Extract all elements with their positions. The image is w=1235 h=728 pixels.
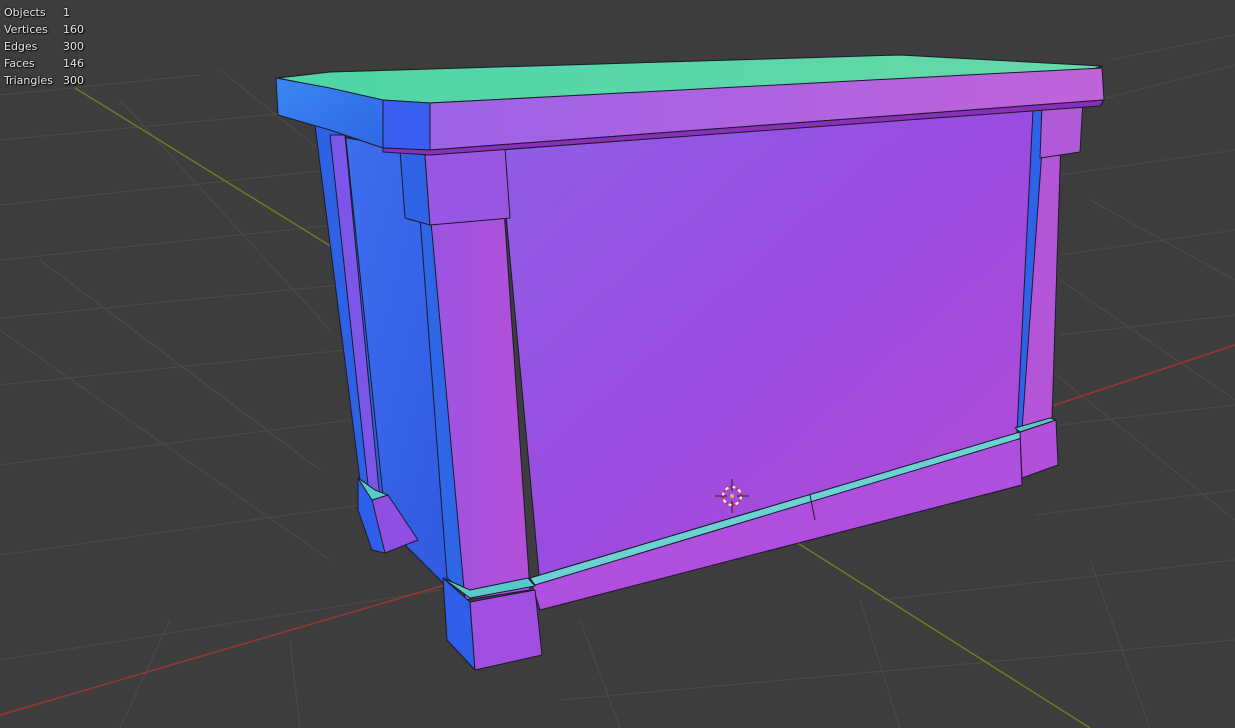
stat-triangles: Triangles 300 [4, 72, 87, 89]
stat-value: 146 [63, 57, 84, 70]
y-axis-line-near [784, 534, 1091, 728]
front-left-capital [424, 147, 511, 226]
stat-value: 300 [63, 40, 84, 53]
stat-value: 1 [63, 6, 70, 19]
chest-mesh[interactable] [275, 54, 1105, 671]
stat-objects: Objects 1 [4, 4, 87, 21]
lid-left-bevel [382, 99, 431, 151]
viewport-scene[interactable] [0, 0, 1235, 728]
stat-faces: Faces 146 [4, 55, 87, 72]
stat-label: Edges [4, 40, 38, 53]
x-axis-line [0, 584, 446, 716]
stat-vertices: Vertices 160 [4, 21, 87, 38]
x-axis-line-far [1039, 344, 1235, 411]
stat-label: Vertices [4, 23, 48, 36]
front-left-foot [469, 589, 543, 671]
stat-edges: Edges 300 [4, 38, 87, 55]
stat-value: 160 [63, 23, 84, 36]
stat-label: Triangles [4, 74, 53, 87]
stat-label: Objects [4, 6, 46, 19]
3d-viewport[interactable]: Objects 1 Vertices 160 Edges 300 Faces 1… [0, 0, 1235, 728]
stat-label: Faces [4, 57, 35, 70]
stat-value: 300 [63, 74, 84, 87]
scene-statistics-overlay: Objects 1 Vertices 160 Edges 300 Faces 1… [4, 4, 87, 89]
